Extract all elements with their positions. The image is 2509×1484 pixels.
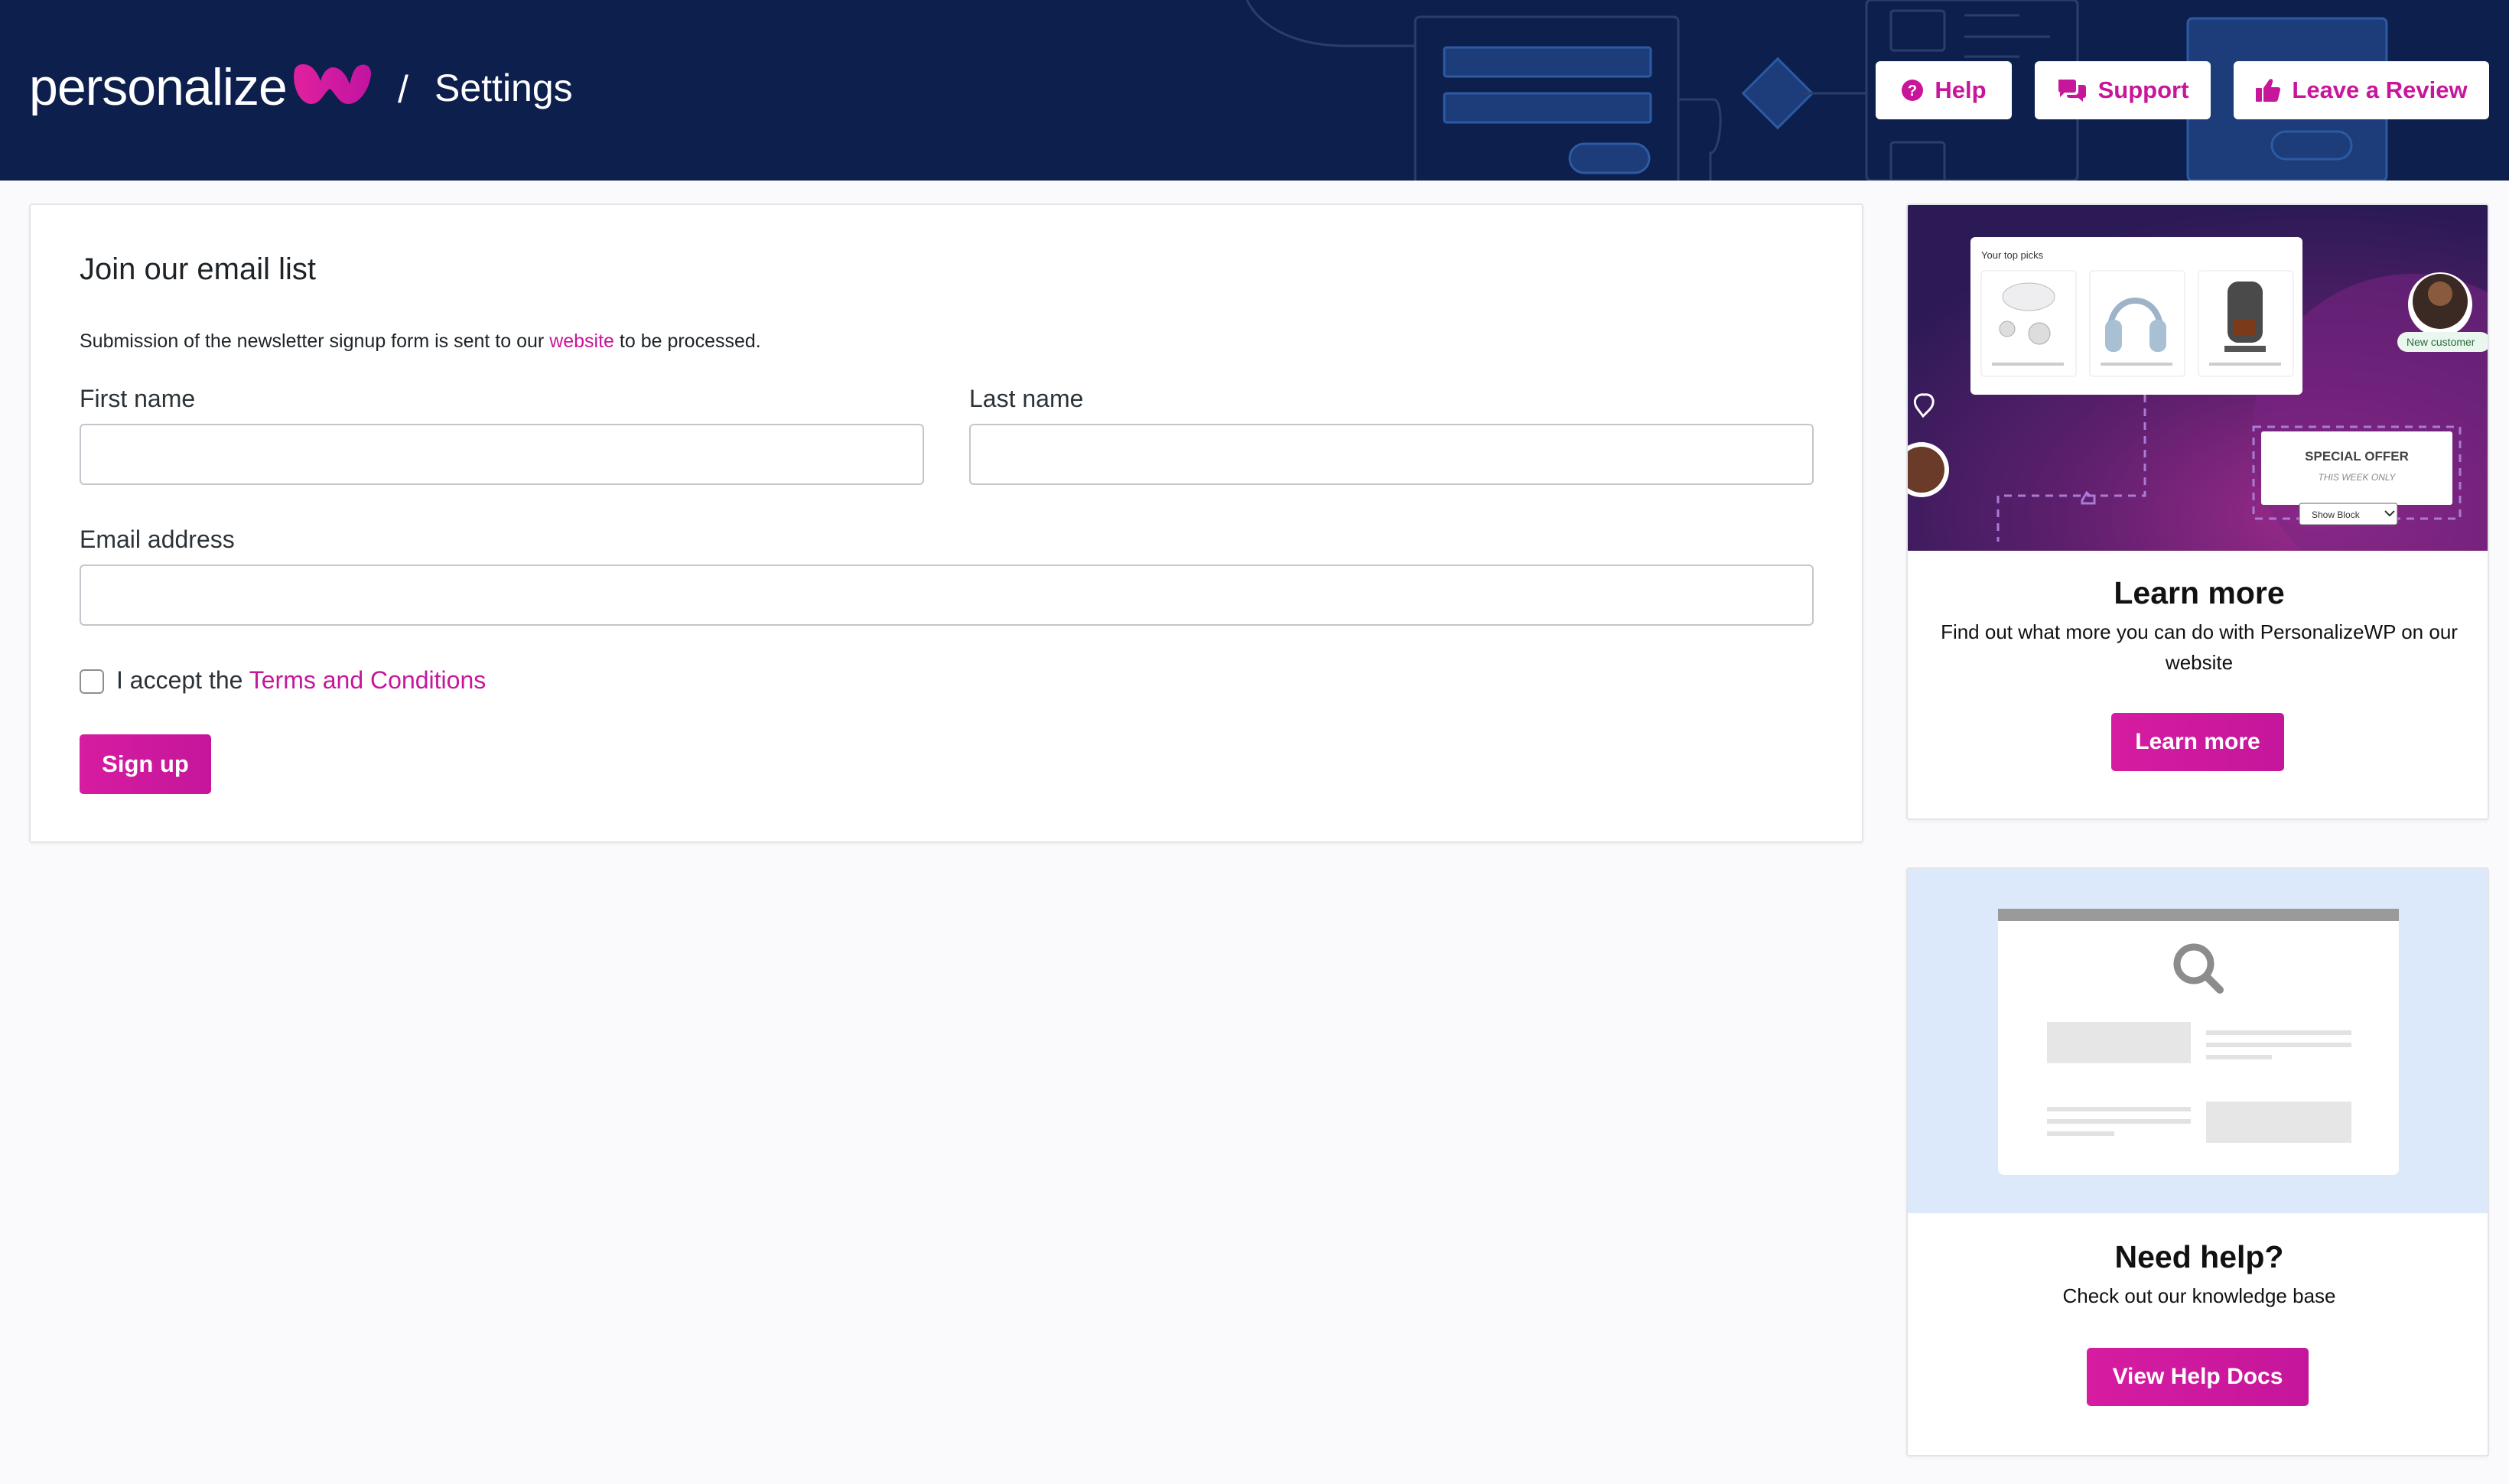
page-title: Settings [434,67,573,109]
brand-logo[interactable]: personalize [29,61,376,113]
this-week-label: THIS WEEK ONLY [2319,472,2397,483]
brand-wordmark: personalize [29,58,288,116]
thumbs-up-icon [2256,79,2281,103]
accept-text: I accept the [116,666,249,694]
comments-icon [2058,80,2086,102]
support-button[interactable]: Support [2035,61,2211,119]
website-link[interactable]: website [549,330,614,352]
support-button-label: Support [2097,76,2189,103]
leave-review-button-label: Leave a Review [2292,76,2468,103]
knowledge-base-illustration [1908,869,2488,1213]
help-button-label: Help [1935,76,1987,103]
terms-acceptance-label: I accept the Terms and Conditions [116,666,486,695]
signup-card-title: Join our email list [80,252,317,286]
description-text: Submission of the newsletter signup form… [80,330,550,352]
wp-logo-icon [293,64,371,104]
top-picks-label: Your top picks [1981,249,2044,261]
new-customer-label: New customer [2406,336,2475,348]
terms-link[interactable]: Terms and Conditions [249,666,486,694]
last-name-label: Last name [969,385,1084,412]
email-signup-card [29,203,1863,843]
need-help-title: Need help? [2114,1239,2284,1274]
email-field[interactable] [80,565,1814,626]
top-header: personalize / Settings ? Help Support Le… [0,0,2509,181]
terms-checkbox[interactable] [80,669,104,694]
learn-more-button[interactable]: Learn more [2111,713,2284,771]
view-help-docs-button[interactable]: View Help Docs [2087,1348,2309,1406]
leave-review-button[interactable]: Leave a Review [2234,61,2489,119]
description-text-end: to be processed. [613,330,761,352]
svg-text:?: ? [1908,83,1917,99]
help-docs-card: Need help? Check out our knowledge base … [1906,867,2489,1456]
learn-more-card: Your top picks SPECIAL OFFER THIS WEEK O… [1906,203,2489,820]
breadcrumb-separator: / [398,68,408,111]
need-help-description: Check out our knowledge base [2062,1284,2336,1307]
show-block-label: Show Block [2312,509,2361,520]
learn-more-title: Learn more [2114,575,2285,610]
question-circle-icon: ? [1902,80,1924,101]
first-name-label: First name [80,385,196,412]
special-offer-label: SPECIAL OFFER [2305,449,2409,464]
first-name-field[interactable] [80,424,924,485]
signup-description: Submission of the newsletter signup form… [80,330,761,353]
last-name-field[interactable] [969,424,1814,485]
help-button[interactable]: ? Help [1876,61,2012,119]
sign-up-button[interactable]: Sign up [80,734,211,794]
learn-more-description: Find out what more you can do with Perso… [1941,620,2458,674]
personalization-illustration: Your top picks SPECIAL OFFER THIS WEEK O… [1908,205,2488,551]
email-label: Email address [80,526,235,553]
